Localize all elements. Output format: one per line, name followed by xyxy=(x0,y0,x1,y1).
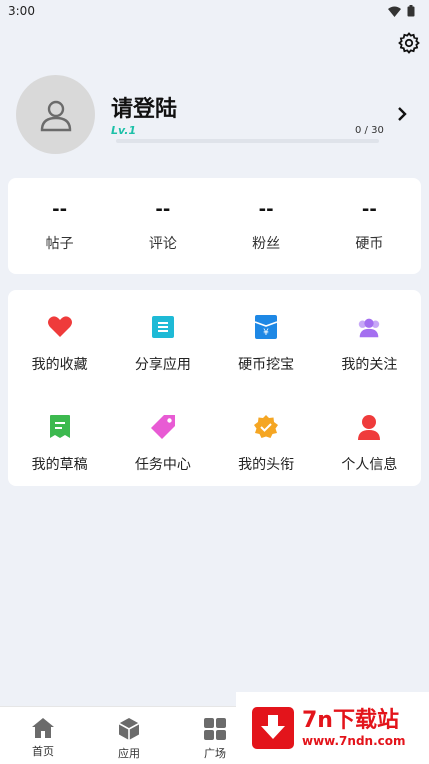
stat-fans[interactable]: -- 粉丝 xyxy=(215,178,318,274)
wifi-icon xyxy=(388,6,401,17)
profile-header[interactable]: 请登陆 Lv.1 0 / 30 xyxy=(16,75,416,155)
stat-value: -- xyxy=(155,199,171,220)
menu-label: 我的关注 xyxy=(341,357,398,373)
stat-comments[interactable]: -- 评论 xyxy=(111,178,214,274)
menu-item-coin-treasure[interactable]: ¥ 硬币挖宝 xyxy=(215,290,318,390)
menu-label: 我的收藏 xyxy=(31,357,88,373)
coin-icon: ¥ xyxy=(253,314,279,340)
stat-value: -- xyxy=(52,199,68,220)
stats-card: -- 帖子 -- 评论 -- 粉丝 -- 硬币 xyxy=(8,178,421,274)
heart-icon xyxy=(47,314,73,340)
nav-item-apps[interactable]: 应用 xyxy=(86,707,172,764)
menu-label: 硬币挖宝 xyxy=(238,357,295,373)
stat-label: 粉丝 xyxy=(252,236,281,252)
menu-item-share-app[interactable]: 分享应用 xyxy=(111,290,214,390)
menu-label: 我的草稿 xyxy=(31,457,88,473)
stat-value: -- xyxy=(258,199,274,220)
tag-icon xyxy=(150,414,176,440)
stat-value: -- xyxy=(361,199,377,220)
watermark: 7n下载站 www.7ndn.com xyxy=(236,692,429,764)
menu-grid: 我的收藏 分享应用 ¥ 硬币挖宝 我的关注 我的草稿 任务中心 我的头衔 个人信… xyxy=(8,290,421,486)
grid-icon xyxy=(204,718,226,740)
watermark-text: 7n下载站 www.7ndn.com xyxy=(302,708,406,748)
exp-progress-bar xyxy=(116,139,379,143)
login-title[interactable]: 请登陆 xyxy=(111,91,177,123)
menu-label: 分享应用 xyxy=(134,357,191,373)
menu-label: 任务中心 xyxy=(134,457,191,473)
menu-label: 我的头衔 xyxy=(238,457,295,473)
watermark-title: 7n下载站 xyxy=(302,708,399,733)
avatar[interactable] xyxy=(16,75,95,154)
level-label: Lv.1 xyxy=(111,124,137,137)
watermark-url: www.7ndn.com xyxy=(302,734,406,748)
nav-item-home[interactable]: 首页 xyxy=(0,707,86,764)
exp-text: 0 / 30 xyxy=(355,125,384,136)
menu-item-drafts[interactable]: 我的草稿 xyxy=(8,390,111,486)
nav-label: 首页 xyxy=(32,745,54,758)
stat-label: 帖子 xyxy=(45,236,74,252)
gear-icon xyxy=(398,32,420,54)
menu-item-personal-info[interactable]: 个人信息 xyxy=(318,390,421,486)
follow-group-icon xyxy=(356,314,382,340)
stat-label: 评论 xyxy=(148,236,177,252)
nav-label: 应用 xyxy=(118,747,140,760)
settings-button[interactable] xyxy=(396,30,422,56)
status-bar: 3:00 xyxy=(0,0,429,22)
menu-item-task-center[interactable]: 任务中心 xyxy=(111,390,214,486)
menu-item-following[interactable]: 我的关注 xyxy=(318,290,421,390)
status-icons xyxy=(388,5,415,17)
home-icon xyxy=(32,718,54,738)
stat-posts[interactable]: -- 帖子 xyxy=(8,178,111,274)
stat-label: 硬币 xyxy=(355,236,384,252)
svg-text:¥: ¥ xyxy=(263,328,269,338)
nav-label: 广场 xyxy=(204,747,226,760)
status-time: 3:00 xyxy=(8,4,35,18)
chevron-right-icon[interactable] xyxy=(394,104,410,124)
battery-icon xyxy=(407,5,415,17)
avatar-user-icon xyxy=(40,100,71,131)
badge-icon xyxy=(253,414,279,440)
apps-cube-icon xyxy=(118,718,140,740)
draft-icon xyxy=(47,414,73,440)
menu-item-title-badge[interactable]: 我的头衔 xyxy=(215,390,318,486)
menu-item-favorites[interactable]: 我的收藏 xyxy=(8,290,111,390)
share-doc-icon xyxy=(150,314,176,340)
user-icon xyxy=(356,414,382,440)
menu-label: 个人信息 xyxy=(341,457,398,473)
stat-coins[interactable]: -- 硬币 xyxy=(318,178,421,274)
download-arrow-icon xyxy=(252,707,294,749)
